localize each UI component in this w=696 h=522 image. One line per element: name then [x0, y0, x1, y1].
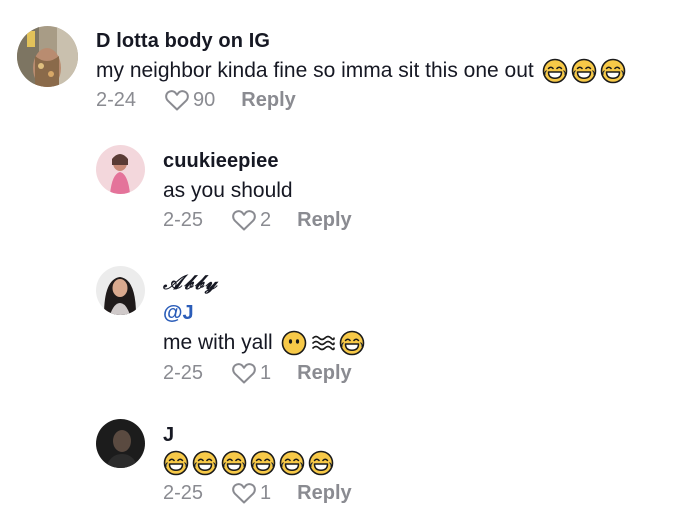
- face-with-tears-of-joy-icon: [279, 450, 305, 476]
- heart-icon: [231, 208, 257, 232]
- heart-icon: [231, 481, 257, 505]
- face-without-mouth-icon: [281, 330, 307, 356]
- comment-text: [163, 450, 334, 476]
- face-with-tears-of-joy-icon: [192, 450, 218, 476]
- face-with-tears-of-joy-icon: [163, 450, 189, 476]
- face-with-tears-of-joy-icon: [308, 450, 334, 476]
- like-button[interactable]: 1: [231, 481, 271, 505]
- emoji-group: [163, 450, 334, 476]
- comment-meta: 2-25 1 Reply: [163, 361, 352, 385]
- comment-date: 2-24: [96, 88, 137, 111]
- reply-button[interactable]: Reply: [241, 89, 295, 112]
- avatar[interactable]: [96, 145, 145, 194]
- face-with-tears-of-joy-icon: [571, 58, 597, 84]
- comment-date: 2-25: [163, 208, 204, 231]
- like-count: 90: [193, 88, 216, 111]
- reply-button[interactable]: Reply: [297, 209, 351, 232]
- face-with-tears-of-joy-icon: [221, 450, 247, 476]
- face-with-tears-of-joy-icon: [542, 58, 568, 84]
- comment-username[interactable]: cuukieepiee: [163, 150, 279, 173]
- comment-username[interactable]: J: [163, 424, 174, 447]
- comment-text-body: my neighbor kinda fine so imma sit this …: [96, 59, 534, 82]
- heart-icon: [164, 88, 190, 112]
- avatar[interactable]: [17, 26, 78, 87]
- comment-date: 2-25: [163, 361, 204, 384]
- wind-face-icon: [310, 330, 336, 356]
- like-button[interactable]: 1: [231, 361, 271, 385]
- comment-date: 2-25: [163, 481, 204, 504]
- like-count: 1: [260, 361, 272, 384]
- comment-text: as you should: [163, 179, 293, 203]
- like-button[interactable]: 2: [231, 208, 271, 232]
- comment-text: my neighbor kinda fine so imma sit this …: [96, 58, 626, 84]
- face-with-tears-of-joy-icon: [339, 330, 365, 356]
- face-with-tears-of-joy-icon: [250, 450, 276, 476]
- reply-button[interactable]: Reply: [297, 482, 351, 505]
- heart-icon: [231, 361, 257, 385]
- comment-text-body: me with yall: [163, 331, 273, 354]
- like-count: 2: [260, 208, 272, 231]
- emoji-group: [281, 330, 365, 356]
- emoji-group: [542, 58, 626, 84]
- comment-meta: 2-24 90 Reply: [96, 88, 296, 112]
- comment-username[interactable]: D lotta body on IG: [96, 30, 270, 53]
- face-with-tears-of-joy-icon: [600, 58, 626, 84]
- mention-link[interactable]: @J: [163, 302, 194, 325]
- comment-meta: 2-25 1 Reply: [163, 481, 352, 505]
- like-count: 1: [260, 481, 272, 504]
- comment-text: me with yall: [163, 330, 365, 356]
- avatar[interactable]: [96, 419, 145, 468]
- like-button[interactable]: 90: [164, 88, 215, 112]
- comment-text-body: as you should: [163, 179, 293, 202]
- reply-button[interactable]: Reply: [297, 362, 351, 385]
- comment-username[interactable]: 𝒜𝒷𝒷𝓎: [163, 270, 219, 294]
- avatar[interactable]: [96, 266, 145, 315]
- comment-meta: 2-25 2 Reply: [163, 208, 352, 232]
